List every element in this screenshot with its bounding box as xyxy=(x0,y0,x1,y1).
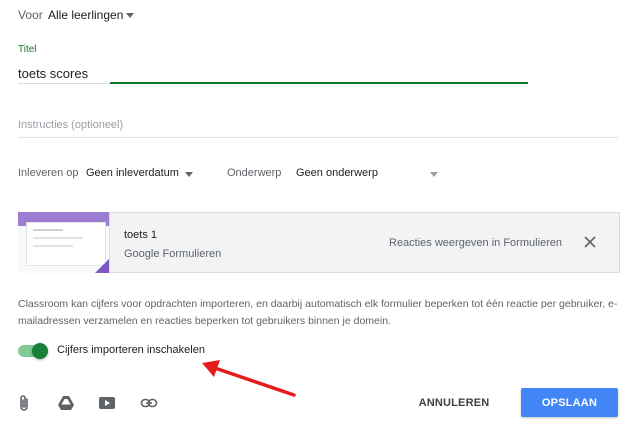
title-underline-focus xyxy=(110,82,528,84)
google-forms-corner-icon xyxy=(95,259,109,273)
audience-select[interactable]: Alle leerlingen xyxy=(48,8,123,22)
thumbnail-line xyxy=(33,237,83,239)
thumbnail-form-sheet xyxy=(26,222,106,266)
chevron-down-icon[interactable] xyxy=(185,172,193,177)
google-drive-icon[interactable] xyxy=(57,394,75,412)
chevron-down-icon[interactable] xyxy=(430,172,438,177)
topic-label: Onderwerp xyxy=(227,167,282,179)
chevron-down-icon[interactable] xyxy=(126,13,134,18)
due-date-select[interactable]: Geen inleverdatum xyxy=(86,167,179,179)
audience-label: Voor xyxy=(18,8,43,22)
annotation-arrow-icon xyxy=(202,360,296,397)
attachment-title[interactable]: toets 1 xyxy=(124,229,157,241)
view-responses-link[interactable]: Reacties weergeven in Formulieren xyxy=(389,237,562,249)
thumbnail-line xyxy=(33,229,63,231)
save-button[interactable]: OPSLAAN xyxy=(521,388,618,417)
title-field-label: Titel xyxy=(18,44,37,55)
toggle-knob[interactable] xyxy=(32,343,48,359)
close-icon[interactable] xyxy=(583,235,597,249)
topic-select[interactable]: Geen onderwerp xyxy=(296,167,378,179)
grade-import-info: Classroom kan cijfers voor opdrachten im… xyxy=(18,298,618,327)
attachment-type: Google Formulieren xyxy=(124,248,222,260)
title-underline-base xyxy=(18,83,110,84)
thumbnail-line xyxy=(33,245,73,247)
instructions-input[interactable] xyxy=(18,116,618,134)
cancel-button[interactable]: ANNULEREN xyxy=(406,389,502,417)
title-input[interactable] xyxy=(18,63,526,83)
youtube-icon[interactable] xyxy=(98,394,116,412)
instructions-underline xyxy=(18,137,618,138)
due-date-label: Inleveren op xyxy=(18,167,79,179)
paperclip-icon[interactable] xyxy=(16,394,34,412)
link-icon[interactable] xyxy=(140,394,158,412)
form-thumbnail[interactable] xyxy=(18,212,110,273)
grade-import-label: Cijfers importeren inschakelen xyxy=(57,344,205,356)
